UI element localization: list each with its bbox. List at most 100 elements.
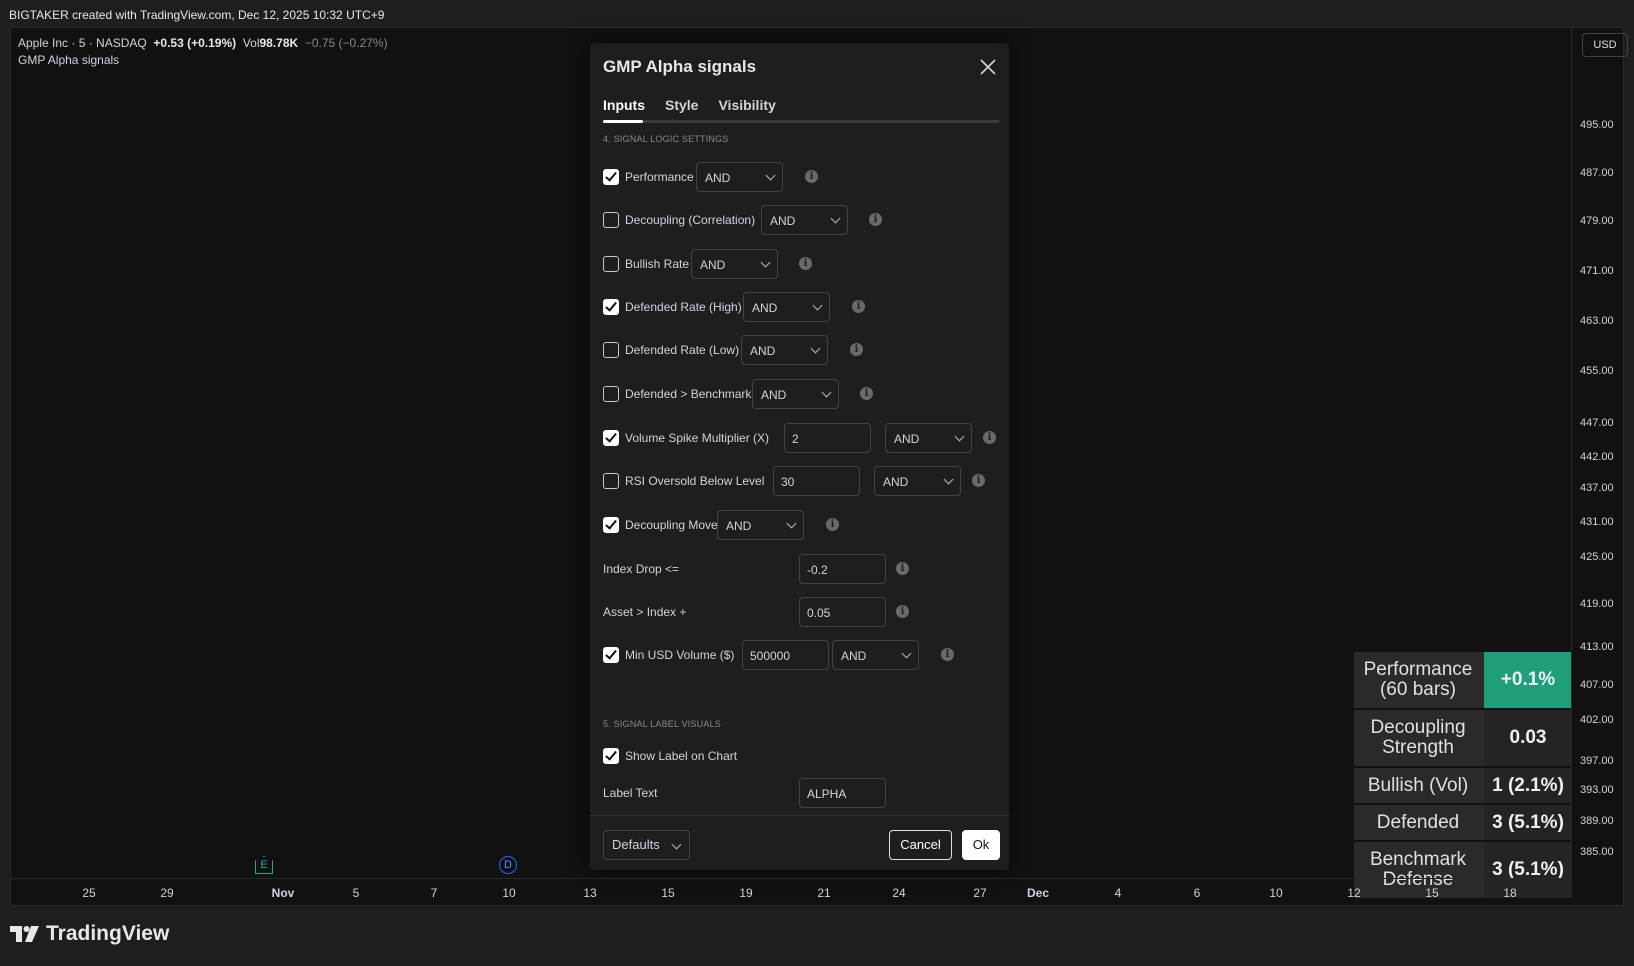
stats-value: 0.03: [1484, 710, 1572, 766]
price-tick-label: 425.00: [1580, 551, 1614, 563]
tab-inputs[interactable]: Inputs: [603, 97, 645, 121]
price-tick-label: 471.00: [1580, 265, 1614, 277]
signal-checkbox[interactable]: [603, 212, 619, 228]
signal-input-row: Defended Rate (Low): [603, 335, 739, 365]
time-tick-label: Nov: [271, 886, 295, 900]
time-tick-label: 10: [1269, 886, 1283, 900]
tab-indicator-bar: [603, 120, 999, 123]
info-icon[interactable]: i: [850, 343, 863, 356]
price-tick-label: 431.00: [1580, 516, 1614, 528]
info-icon[interactable]: i: [860, 387, 873, 400]
logic-operator-select[interactable]: AND: [717, 510, 804, 540]
signal-input-row: Defended > Benchmark: [603, 379, 751, 409]
chevron-down-icon: [760, 257, 771, 268]
signal-input-row: Volume Spike Multiplier (X): [603, 423, 769, 453]
show-label-checkbox[interactable]: [603, 748, 619, 764]
price-axis[interactable]: USD 495.00 487.00 479.00 471.00 463.00 455.00…: [1571, 28, 1628, 878]
logic-operator-select[interactable]: AND: [752, 379, 839, 409]
logic-operator-select[interactable]: AND: [885, 423, 972, 453]
info-icon[interactable]: i: [799, 257, 812, 270]
defaults-button[interactable]: Defaults: [603, 830, 690, 860]
indicator-settings-dialog: GMP Alpha signals Inputs Style Visibilit…: [590, 43, 1009, 870]
time-tick-label: 29: [160, 886, 174, 900]
logic-operator-value: AND: [752, 301, 778, 315]
logic-operator-select[interactable]: AND: [741, 335, 828, 365]
show-label-row: Show Label on Chart: [603, 741, 737, 771]
signal-checkbox[interactable]: [603, 169, 619, 185]
signal-value-input[interactable]: 500000: [742, 640, 829, 670]
signal-value-input[interactable]: 30: [773, 466, 860, 496]
snapshot-caption: BIGTAKER created with TradingView.com, D…: [0, 0, 1634, 27]
price-tick-label: 447.00: [1580, 417, 1614, 429]
chevron-down-icon: [812, 300, 823, 311]
time-tick-label: 10: [502, 886, 516, 900]
time-tick-label: 27: [973, 886, 987, 900]
signal-input-row: Bullish Rate: [603, 249, 689, 279]
stats-row: Defended 3 (5.1%): [1354, 805, 1572, 840]
earnings-event-icon[interactable]: E: [255, 856, 273, 874]
price-tick-label: 437.00: [1580, 482, 1614, 494]
cancel-button[interactable]: Cancel: [889, 830, 952, 860]
signal-checkbox[interactable]: [603, 430, 619, 446]
label-text-input[interactable]: ALPHA: [799, 778, 886, 808]
logic-operator-value: AND: [770, 214, 796, 228]
chevron-down-icon: [954, 431, 965, 442]
tab-visibility[interactable]: Visibility: [718, 97, 775, 121]
symbol-name[interactable]: Apple Inc · 5 · NASDAQ: [18, 36, 147, 50]
close-icon[interactable]: [978, 57, 998, 77]
info-icon[interactable]: i: [869, 213, 882, 226]
signal-checkbox[interactable]: [603, 473, 619, 489]
signal-input-row: Index Drop <=: [603, 554, 679, 584]
logic-operator-select[interactable]: AND: [832, 640, 919, 670]
info-icon[interactable]: i: [941, 648, 954, 661]
dividend-event-icon[interactable]: D: [499, 856, 517, 874]
info-icon[interactable]: i: [972, 474, 985, 487]
info-icon[interactable]: i: [826, 518, 839, 531]
info-icon[interactable]: i: [896, 605, 909, 618]
signal-input-row: Asset > Index +: [603, 597, 686, 627]
signal-checkbox[interactable]: [603, 647, 619, 663]
stats-table: Performance (60 bars) +0.1% Decoupling Str…: [1354, 652, 1572, 900]
time-tick-label: 4: [1114, 886, 1122, 900]
logic-operator-value: AND: [705, 171, 731, 185]
time-tick-label: 18: [1503, 886, 1517, 900]
tab-style[interactable]: Style: [665, 97, 698, 121]
symbol-change: +0.53 (+0.19%): [153, 36, 237, 50]
signal-checkbox[interactable]: [603, 342, 619, 358]
logic-operator-value: AND: [894, 432, 920, 446]
price-tick-label: 455.00: [1580, 365, 1614, 377]
ok-button[interactable]: Ok: [962, 830, 1000, 860]
stats-value: 1 (2.1%): [1484, 768, 1572, 803]
signal-label: Bullish Rate: [625, 257, 690, 271]
signal-label: Performance: [625, 170, 694, 184]
info-icon[interactable]: i: [852, 300, 865, 313]
signal-input-row: Decoupling (Correlation): [603, 205, 755, 235]
indicator-legend[interactable]: GMP Alpha signals: [18, 53, 119, 67]
signal-checkbox[interactable]: [603, 299, 619, 315]
signal-checkbox[interactable]: [603, 256, 619, 272]
signal-checkbox[interactable]: [603, 386, 619, 402]
volume-value: 98.78K: [259, 36, 299, 50]
price-tick-label: 385.00: [1580, 846, 1614, 858]
chevron-down-icon: [943, 474, 954, 485]
logic-operator-select[interactable]: AND: [874, 466, 961, 496]
info-icon[interactable]: i: [805, 170, 818, 183]
signal-checkbox[interactable]: [603, 517, 619, 533]
signal-value-input[interactable]: 2: [784, 423, 871, 453]
logic-operator-select[interactable]: AND: [743, 292, 830, 322]
currency-button[interactable]: USD: [1582, 33, 1628, 57]
time-axis[interactable]: 25 29 Nov 5 7 10 13 15 19 21 24 27 Dec 4 6 10 12 15 18: [11, 878, 1571, 906]
time-tick-label: 15: [661, 886, 675, 900]
section-label-visuals: 5. SIGNAL LABEL VISUALS: [603, 719, 721, 729]
chevron-down-icon: [821, 387, 832, 398]
info-icon[interactable]: i: [896, 562, 909, 575]
signal-value-input[interactable]: 0.05: [799, 597, 886, 627]
price-tick-label: 442.00: [1580, 451, 1614, 463]
logic-operator-select[interactable]: AND: [691, 249, 778, 279]
logic-operator-select[interactable]: AND: [696, 162, 783, 192]
stats-label: Performance (60 bars): [1363, 659, 1473, 700]
chevron-down-icon: [901, 648, 912, 659]
logic-operator-select[interactable]: AND: [761, 205, 848, 235]
info-icon[interactable]: i: [983, 431, 996, 444]
signal-value-input[interactable]: -0.2: [799, 554, 886, 584]
